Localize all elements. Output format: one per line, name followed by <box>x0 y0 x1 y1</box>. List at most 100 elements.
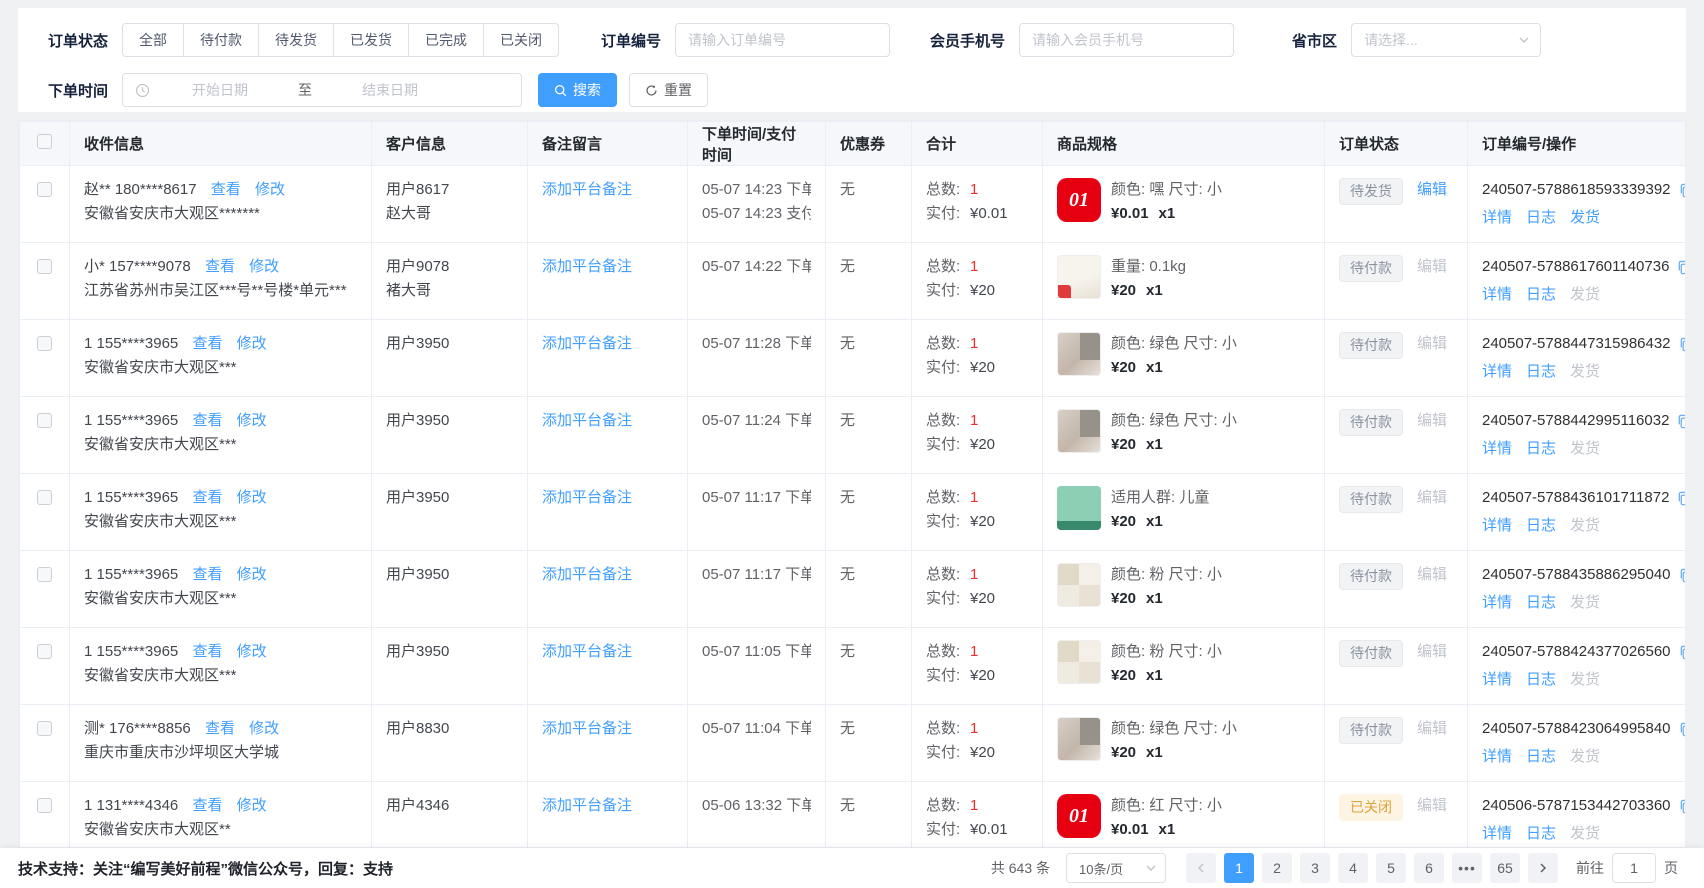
edit-order-link[interactable]: 编辑 <box>1417 486 1447 507</box>
log-link[interactable]: 日志 <box>1526 668 1556 692</box>
edit-order-link[interactable]: 编辑 <box>1417 640 1447 661</box>
detail-link[interactable]: 详情 <box>1482 283 1512 307</box>
copy-icon[interactable] <box>1677 414 1686 429</box>
status-filter-option-0[interactable]: 全部 <box>122 23 184 57</box>
add-note-link[interactable]: 添加平台备注 <box>542 566 632 583</box>
page-button-5[interactable]: 5 <box>1376 853 1406 883</box>
log-link[interactable]: 日志 <box>1526 822 1556 846</box>
ship-link[interactable]: 发货 <box>1570 360 1600 384</box>
ship-link[interactable]: 发货 <box>1570 283 1600 307</box>
search-button[interactable]: 搜索 <box>538 73 617 107</box>
detail-link[interactable]: 详情 <box>1482 745 1512 769</box>
reset-button[interactable]: 重置 <box>629 73 708 107</box>
row-checkbox[interactable] <box>37 413 52 428</box>
ship-link[interactable]: 发货 <box>1570 745 1600 769</box>
date-end-input[interactable] <box>320 82 460 98</box>
page-button-3[interactable]: 3 <box>1300 853 1330 883</box>
modify-link[interactable]: 修改 <box>249 258 279 275</box>
row-checkbox[interactable] <box>37 182 52 197</box>
page-button-1[interactable]: 1 <box>1224 853 1254 883</box>
modify-link[interactable]: 修改 <box>237 643 267 660</box>
status-filter-option-1[interactable]: 待付款 <box>183 23 259 57</box>
add-note-link[interactable]: 添加平台备注 <box>542 643 632 660</box>
view-link[interactable]: 查看 <box>192 412 222 429</box>
row-checkbox[interactable] <box>37 721 52 736</box>
goto-page-input[interactable] <box>1612 853 1656 883</box>
add-note-link[interactable]: 添加平台备注 <box>542 489 632 506</box>
next-page-button[interactable] <box>1528 853 1558 883</box>
row-checkbox[interactable] <box>37 644 52 659</box>
copy-icon[interactable] <box>1679 799 1686 814</box>
prev-page-button[interactable] <box>1186 853 1216 883</box>
page-button-4[interactable]: 4 <box>1338 853 1368 883</box>
detail-link[interactable]: 详情 <box>1482 668 1512 692</box>
view-link[interactable]: 查看 <box>205 720 235 737</box>
order-no-input[interactable] <box>675 23 890 57</box>
scrollbar-track[interactable] <box>1694 0 1704 848</box>
select-all-checkbox[interactable] <box>37 134 52 149</box>
page-button-2[interactable]: 2 <box>1262 853 1292 883</box>
edit-order-link[interactable]: 编辑 <box>1417 332 1447 353</box>
status-filter-option-4[interactable]: 已完成 <box>408 23 484 57</box>
log-link[interactable]: 日志 <box>1526 283 1556 307</box>
row-checkbox[interactable] <box>37 259 52 274</box>
modify-link[interactable]: 修改 <box>237 797 267 814</box>
detail-link[interactable]: 详情 <box>1482 514 1512 538</box>
date-range-picker[interactable]: 至 <box>122 73 522 107</box>
view-link[interactable]: 查看 <box>192 335 222 352</box>
add-note-link[interactable]: 添加平台备注 <box>542 258 632 275</box>
row-checkbox[interactable] <box>37 567 52 582</box>
log-link[interactable]: 日志 <box>1526 591 1556 615</box>
page-more-button[interactable]: ••• <box>1452 853 1482 883</box>
copy-icon[interactable] <box>1679 337 1686 352</box>
view-link[interactable]: 查看 <box>192 797 222 814</box>
detail-link[interactable]: 详情 <box>1482 206 1512 230</box>
ship-link[interactable]: 发货 <box>1570 591 1600 615</box>
add-note-link[interactable]: 添加平台备注 <box>542 412 632 429</box>
add-note-link[interactable]: 添加平台备注 <box>542 797 632 814</box>
modify-link[interactable]: 修改 <box>237 335 267 352</box>
date-start-input[interactable] <box>150 82 290 98</box>
edit-order-link[interactable]: 编辑 <box>1417 717 1447 738</box>
row-checkbox[interactable] <box>37 336 52 351</box>
view-link[interactable]: 查看 <box>192 489 222 506</box>
edit-order-link[interactable]: 编辑 <box>1417 794 1447 815</box>
add-note-link[interactable]: 添加平台备注 <box>542 335 632 352</box>
modify-link[interactable]: 修改 <box>237 412 267 429</box>
detail-link[interactable]: 详情 <box>1482 822 1512 846</box>
page-button-65[interactable]: 65 <box>1490 853 1520 883</box>
detail-link[interactable]: 详情 <box>1482 437 1512 461</box>
modify-link[interactable]: 修改 <box>255 181 285 198</box>
copy-icon[interactable] <box>1679 183 1686 198</box>
ship-link[interactable]: 发货 <box>1570 437 1600 461</box>
detail-link[interactable]: 详情 <box>1482 360 1512 384</box>
status-filter-option-5[interactable]: 已关闭 <box>483 23 559 57</box>
ship-link[interactable]: 发货 <box>1570 514 1600 538</box>
modify-link[interactable]: 修改 <box>249 720 279 737</box>
ship-link[interactable]: 发货 <box>1570 668 1600 692</box>
status-filter-option-2[interactable]: 待发货 <box>258 23 334 57</box>
log-link[interactable]: 日志 <box>1526 360 1556 384</box>
view-link[interactable]: 查看 <box>192 566 222 583</box>
view-link[interactable]: 查看 <box>192 643 222 660</box>
log-link[interactable]: 日志 <box>1526 745 1556 769</box>
log-link[interactable]: 日志 <box>1526 206 1556 230</box>
row-checkbox[interactable] <box>37 798 52 813</box>
page-size-select[interactable]: 10条/页 <box>1066 853 1166 883</box>
edit-order-link[interactable]: 编辑 <box>1417 255 1447 276</box>
page-button-6[interactable]: 6 <box>1414 853 1444 883</box>
edit-order-link[interactable]: 编辑 <box>1417 178 1447 199</box>
copy-icon[interactable] <box>1679 645 1686 660</box>
copy-icon[interactable] <box>1679 568 1686 583</box>
add-note-link[interactable]: 添加平台备注 <box>542 181 632 198</box>
view-link[interactable]: 查看 <box>205 258 235 275</box>
copy-icon[interactable] <box>1679 722 1686 737</box>
edit-order-link[interactable]: 编辑 <box>1417 409 1447 430</box>
ship-link[interactable]: 发货 <box>1570 822 1600 846</box>
ship-link[interactable]: 发货 <box>1570 206 1600 230</box>
modify-link[interactable]: 修改 <box>237 566 267 583</box>
copy-icon[interactable] <box>1677 260 1686 275</box>
detail-link[interactable]: 详情 <box>1482 591 1512 615</box>
edit-order-link[interactable]: 编辑 <box>1417 563 1447 584</box>
copy-icon[interactable] <box>1677 491 1686 506</box>
